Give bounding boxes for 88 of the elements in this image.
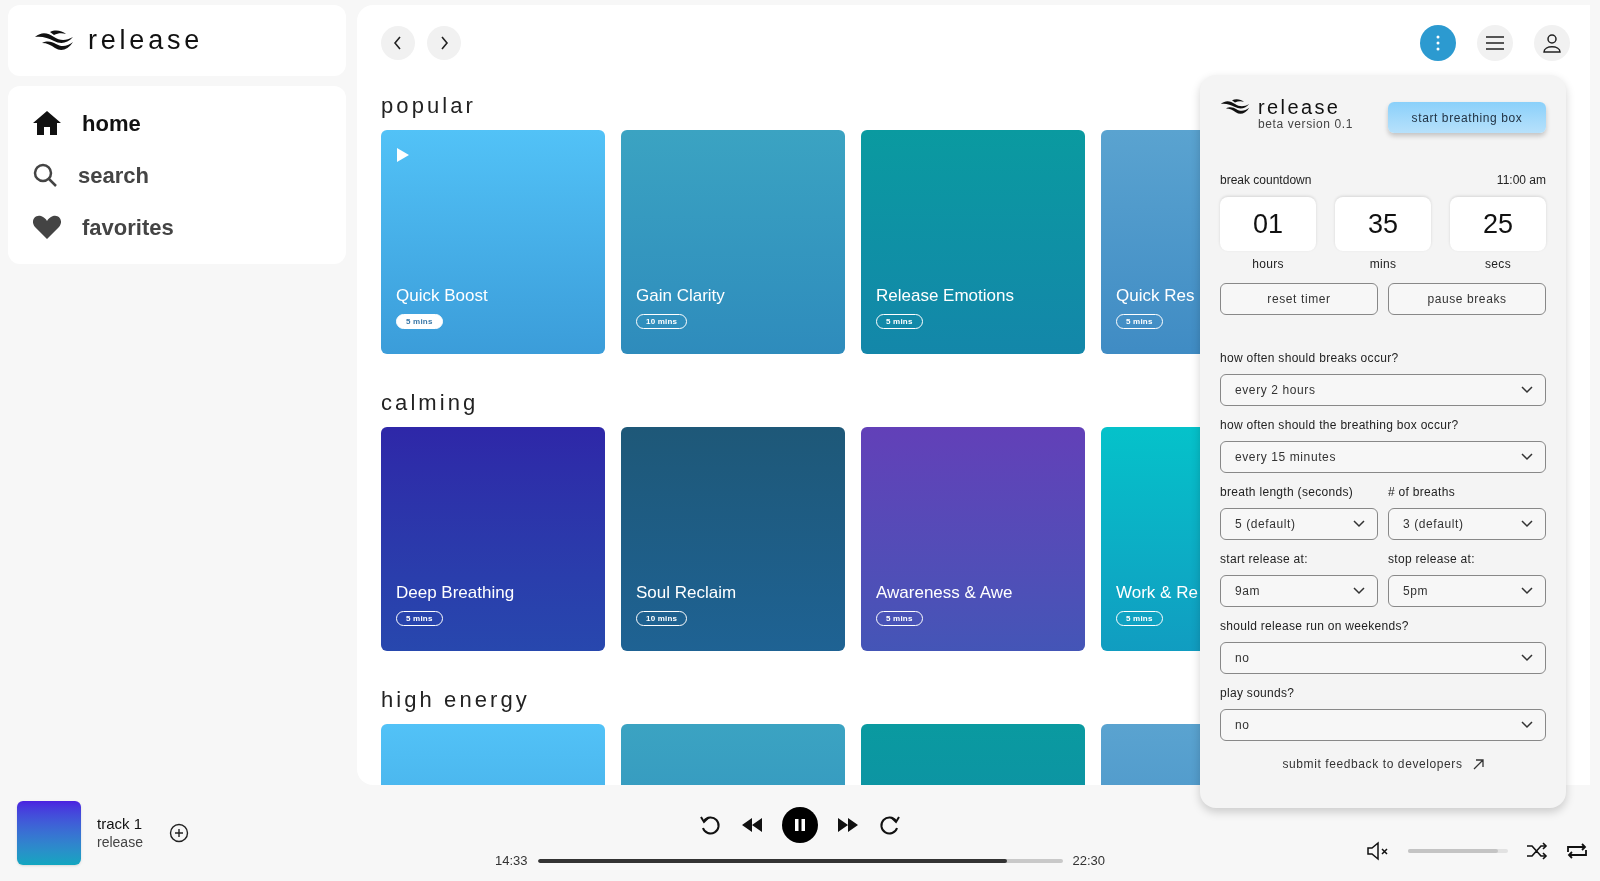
user-icon [1542, 32, 1562, 53]
dropdown[interactable]: no [1220, 709, 1546, 741]
nav-item[interactable]: search [32, 154, 322, 196]
repeat-icon[interactable] [1566, 841, 1588, 861]
timer-unit: secs [1485, 256, 1511, 273]
rewind-icon[interactable] [740, 816, 764, 835]
field-label: stop release at: [1388, 551, 1476, 567]
back-button[interactable] [381, 25, 415, 60]
chevron-down-icon [1521, 386, 1533, 394]
field-label: should release run on weekends? [1220, 618, 1410, 634]
session-card[interactable]: Quick Boost 5 mins [381, 130, 605, 354]
more-options-button[interactable] [1420, 24, 1456, 61]
album-art [17, 801, 81, 865]
card-title: Release Emotions [876, 284, 1014, 307]
chevron-down-icon [1521, 520, 1533, 528]
field-label: play sounds? [1220, 685, 1296, 701]
nav-item[interactable]: favorites [32, 206, 322, 248]
panel-button[interactable]: reset timer [1220, 283, 1378, 315]
logo-icon [1220, 98, 1250, 116]
shuffle-icon[interactable] [1526, 842, 1548, 860]
dropdown[interactable]: every 15 minutes [1220, 441, 1546, 473]
chevron-down-icon [1521, 587, 1533, 595]
track-title: track 1 [97, 814, 143, 834]
session-card[interactable]: Quick Res 5 mins [1101, 130, 1200, 354]
card-title: Gain Clarity [636, 284, 725, 307]
session-card[interactable]: Deep Breathing 5 mins [381, 427, 605, 651]
dropdown[interactable]: 3 (default) [1388, 508, 1546, 540]
card-title: Soul Reclaim [636, 581, 737, 604]
field-label: start release at: [1220, 551, 1309, 567]
card-title: Deep Breathing [396, 581, 515, 604]
more-vertical-icon [1436, 34, 1440, 51]
heart-icon [32, 214, 62, 240]
duration-badge: 5 mins [396, 314, 443, 329]
timer-unit: hours [1252, 256, 1284, 273]
timer-value: 25 [1450, 197, 1546, 251]
section-heading: high energy [381, 685, 530, 714]
menu-button[interactable] [1477, 24, 1513, 61]
session-card[interactable]: Awareness & Awe 5 mins [861, 427, 1085, 651]
chevron-down-icon [1521, 721, 1533, 729]
countdown-time: 11:00 am [1496, 172, 1546, 189]
session-card[interactable]: Gain Clarity 10 mins [621, 130, 845, 354]
mute-icon[interactable] [1366, 841, 1390, 861]
panel-app-name: release [1258, 97, 1341, 117]
field-label: breath length (seconds) [1220, 484, 1354, 500]
dropdown[interactable]: 5 (default) [1220, 508, 1378, 540]
elapsed-time: 14:33 [493, 852, 528, 871]
total-time: 22:30 [1072, 852, 1107, 871]
panel-button[interactable]: pause breaks [1388, 283, 1546, 315]
chevron-down-icon [1521, 654, 1533, 662]
fast-forward-icon[interactable] [836, 816, 860, 835]
chevron-down-icon [1353, 587, 1365, 595]
session-card[interactable]: Release Emotions 5 mins [861, 130, 1085, 354]
track-artist: release [97, 833, 143, 852]
session-card[interactable]: Soul Reclaim 10 mins [621, 427, 845, 651]
forward-button[interactable] [427, 25, 461, 60]
chevron-down-icon [1353, 520, 1365, 528]
card-title: Quick Boost [396, 284, 488, 307]
external-link-icon [1472, 758, 1484, 770]
timer-value: 01 [1220, 197, 1316, 251]
menu-icon [1485, 34, 1505, 51]
logo-icon [34, 28, 74, 53]
feedback-link[interactable]: submit feedback to developers [1220, 755, 1546, 773]
section-heading: calming [381, 388, 479, 417]
dropdown[interactable]: 9am [1220, 575, 1378, 607]
timer-value: 35 [1335, 197, 1431, 251]
field-label: # of breaths [1388, 484, 1456, 500]
app-name: release [88, 24, 203, 58]
card-title: Work & Re [1116, 581, 1198, 604]
pause-button[interactable] [782, 807, 818, 844]
profile-button[interactable] [1534, 24, 1570, 61]
pause-icon [794, 818, 806, 833]
countdown-label: break countdown [1220, 172, 1312, 189]
card-title: Awareness & Awe [876, 581, 1013, 604]
field-label: how often should breaks occur? [1220, 350, 1400, 366]
section-heading: popular [381, 91, 476, 120]
dropdown[interactable]: every 2 hours [1220, 374, 1546, 406]
timer-unit: mins [1369, 256, 1397, 273]
dropdown[interactable]: 5pm [1388, 575, 1546, 607]
card-title: Quick Res [1116, 284, 1195, 307]
dropdown[interactable]: no [1220, 642, 1546, 674]
add-icon[interactable] [168, 823, 189, 843]
version-label: beta version 0.1 [1257, 117, 1353, 132]
field-label: how often should the breathing box occur? [1220, 417, 1460, 433]
chevron-down-icon [1521, 453, 1533, 461]
search-icon [32, 162, 58, 188]
start-breathing-button[interactable]: start breathing box [1388, 102, 1546, 133]
home-icon [32, 110, 62, 136]
nav-item[interactable]: home [32, 102, 322, 144]
